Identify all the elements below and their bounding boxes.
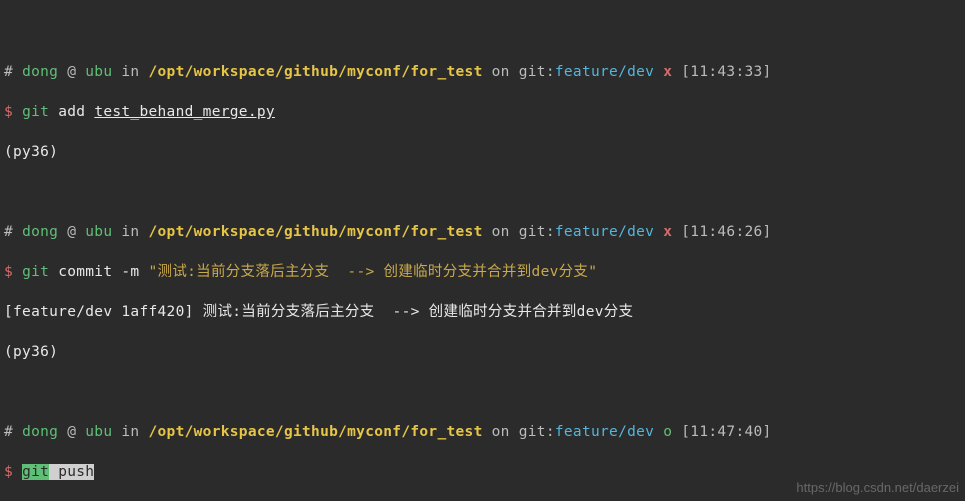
prompt-symbol: $ <box>4 104 13 120</box>
hash: # <box>4 64 13 80</box>
watermark: https://blog.csdn.net/daerzei <box>796 479 959 497</box>
highlighted-command: git <box>22 464 49 480</box>
command-line[interactable]: $ git add test_behand_merge.py <box>4 102 961 122</box>
git-status-icon: o <box>663 424 672 440</box>
at: @ <box>67 64 76 80</box>
command: git <box>22 104 49 120</box>
env-line: (py36) <box>4 342 961 362</box>
highlighted-arg: push <box>49 464 94 480</box>
env-line: (py36) <box>4 142 961 162</box>
on: on <box>492 64 510 80</box>
command-filename: test_behand_merge.py <box>94 104 275 120</box>
prompt-line: # dong @ ubu in /opt/workspace/github/my… <box>4 422 961 442</box>
commit-message: "测试:当前分支落后主分支 --> 创建临时分支并合并到dev分支" <box>149 264 598 280</box>
terminal[interactable]: # dong @ ubu in /opt/workspace/github/my… <box>0 0 965 501</box>
prompt-line: # dong @ ubu in /opt/workspace/github/my… <box>4 222 961 242</box>
git-label: git: <box>519 64 555 80</box>
output-line: [feature/dev 1aff420] 测试:当前分支落后主分支 --> 创… <box>4 302 961 322</box>
cwd: /opt/workspace/github/myconf/for_test <box>149 64 483 80</box>
in: in <box>121 64 139 80</box>
timestamp: [11:43:33] <box>681 64 771 80</box>
command-line[interactable]: $ git commit -m "测试:当前分支落后主分支 --> 创建临时分支… <box>4 262 961 282</box>
user: dong <box>22 64 58 80</box>
prompt-line: # dong @ ubu in /opt/workspace/github/my… <box>4 62 961 82</box>
git-status-icon: x <box>663 64 672 80</box>
git-status-icon: x <box>663 224 672 240</box>
git-branch: feature/dev <box>555 64 654 80</box>
command-arg: add <box>58 104 94 120</box>
host: ubu <box>85 64 112 80</box>
